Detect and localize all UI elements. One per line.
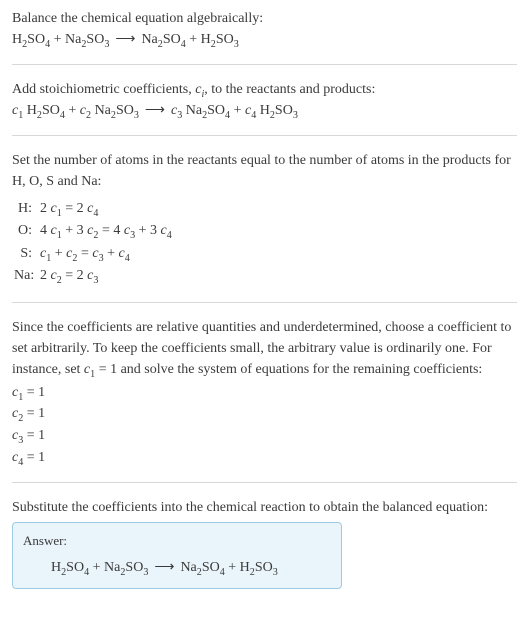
atom-equation: 4 c1 + 3 c2 = 4 c3 + 3 c4 (40, 220, 172, 242)
atom-label: Na: (14, 265, 40, 287)
atom-equation: c1 + c2 = c3 + c4 (40, 243, 130, 265)
plus: + (89, 560, 104, 575)
plus: + (225, 560, 240, 575)
species-h2so3: H2SO3 (240, 560, 278, 575)
species-na2so3: Na2SO3 (104, 560, 148, 575)
intro-text: Balance the chemical equation algebraica… (12, 8, 517, 29)
plus: + (186, 32, 201, 47)
atom-row-o: O: 4 c1 + 3 c2 = 4 c3 + 3 c4 (14, 220, 517, 242)
atom-row-s: S: c1 + c2 = c3 + c4 (14, 243, 517, 265)
answer-label: Answer: (23, 531, 331, 551)
arrow-icon: ⟶ (115, 29, 135, 50)
atom-equation: 2 c2 = 2 c3 (40, 265, 98, 287)
coeffs-text: Add stoichiometric coefficients, ci, to … (12, 79, 517, 100)
coef-c2: c2 = 1 (12, 403, 517, 425)
intro-section: Balance the chemical equation algebraica… (12, 8, 517, 65)
species-h2so4: H2SO4 (12, 32, 50, 47)
plus: + (50, 32, 65, 47)
atoms-text: Set the number of atoms in the reactants… (12, 150, 517, 192)
answer-equation: H2SO4 + Na2SO3 ⟶ Na2SO4 + H2SO3 (23, 557, 331, 578)
coef-c4: c4 = 1 (12, 447, 517, 469)
atom-table: H: 2 c1 = 2 c4 O: 4 c1 + 3 c2 = 4 c3 + 3… (14, 198, 517, 288)
coeffs-section: Add stoichiometric coefficients, ci, to … (12, 79, 517, 136)
ci-symbol: ci (195, 82, 204, 97)
atom-label: S: (14, 243, 40, 265)
atom-equation: 2 c1 = 2 c4 (40, 198, 98, 220)
atom-row-h: H: 2 c1 = 2 c4 (14, 198, 517, 220)
atom-label: O: (14, 220, 40, 242)
atom-row-na: Na: 2 c2 = 2 c3 (14, 265, 517, 287)
species-h2so3: H2SO3 (201, 32, 239, 47)
answer-box: Answer: H2SO4 + Na2SO3 ⟶ Na2SO4 + H2SO3 (12, 522, 342, 589)
solve-section: Since the coefficients are relative quan… (12, 317, 517, 484)
arrow-icon: ⟶ (145, 100, 165, 121)
solve-text: Since the coefficients are relative quan… (12, 317, 517, 380)
species-na2so4: Na2SO4 (180, 560, 224, 575)
species-h2so4: H2SO4 (51, 560, 89, 575)
coeffs-equation: c1 H2SO4 + c2 Na2SO3⟶c3 Na2SO4 + c4 H2SO… (12, 100, 517, 121)
intro-equation: H2SO4 + Na2SO3 ⟶ Na2SO4 + H2SO3 (12, 29, 517, 50)
coefficient-list: c1 = 1 c2 = 1 c3 = 1 c4 = 1 (12, 382, 517, 469)
final-section: Substitute the coefficients into the che… (12, 497, 517, 597)
species-na2so4: Na2SO4 (141, 32, 185, 47)
coef-c3: c3 = 1 (12, 425, 517, 447)
species-na2so3: Na2SO3 (65, 32, 109, 47)
atom-label: H: (14, 198, 40, 220)
atoms-section: Set the number of atoms in the reactants… (12, 150, 517, 303)
final-text: Substitute the coefficients into the che… (12, 497, 517, 518)
arrow-icon: ⟶ (154, 557, 174, 578)
coef-c1: c1 = 1 (12, 382, 517, 404)
